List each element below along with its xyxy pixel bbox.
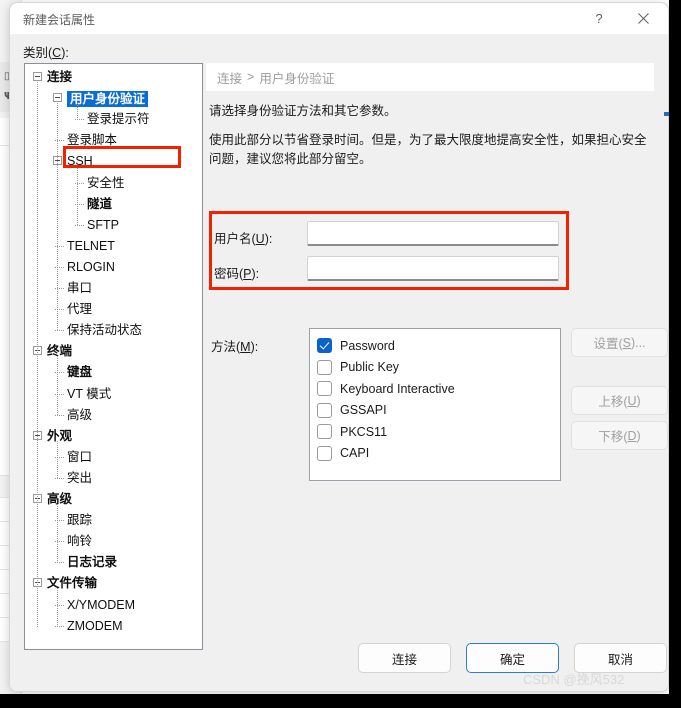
tree-rail-line bbox=[57, 356, 58, 416]
checkbox-unchecked-icon[interactable] bbox=[317, 445, 332, 461]
methods-list[interactable]: Password Public Key Keyboard Interactive GS… bbox=[309, 328, 561, 481]
close-button[interactable] bbox=[622, 3, 664, 34]
tree-item[interactable]: 日志记录 bbox=[67, 555, 117, 569]
tree-item[interactable]: 窗口 bbox=[67, 450, 92, 464]
method-label: Public Key bbox=[340, 360, 400, 374]
tree-rail-line bbox=[77, 166, 78, 226]
method-item[interactable]: Public Key bbox=[317, 358, 399, 377]
connect-button[interactable]: 连接 bbox=[358, 643, 451, 673]
tree-rail-line bbox=[57, 588, 58, 627]
tree-item[interactable]: 响铃 bbox=[67, 534, 92, 548]
screenshot-root: ◫ Ψ 新建会话属性 ? 类别(C): bbox=[0, 0, 681, 708]
methods-label: 方法(M): bbox=[211, 340, 259, 354]
tree-item[interactable]: 连接 bbox=[47, 70, 72, 84]
screen-edge-accent bbox=[664, 112, 669, 116]
tree-item[interactable]: 键盘 bbox=[67, 365, 92, 379]
method-item[interactable]: GSSAPI bbox=[317, 401, 387, 420]
close-icon bbox=[637, 13, 649, 24]
tree-item[interactable]: 登录脚本 bbox=[67, 133, 117, 147]
tree-rail-line bbox=[57, 440, 58, 479]
tree-item[interactable]: 高级 bbox=[47, 492, 72, 506]
breadcrumb-current: 用户身份验证 bbox=[259, 71, 335, 86]
category-label: 类别(C): bbox=[23, 46, 69, 60]
tree-item[interactable]: 安全性 bbox=[87, 176, 125, 190]
cancel-button[interactable]: 取消 bbox=[574, 643, 667, 673]
tree-expander-collapse-icon[interactable] bbox=[53, 93, 62, 103]
breadcrumb: 连接 > 用户身份验证 bbox=[206, 63, 654, 91]
tree-item[interactable]: 跟踪 bbox=[67, 513, 92, 527]
checkbox-unchecked-icon[interactable] bbox=[317, 424, 332, 439]
username-input[interactable] bbox=[307, 221, 559, 246]
tree-item[interactable]: SFTP bbox=[87, 218, 119, 232]
tree-item[interactable]: 文件传输 bbox=[47, 576, 97, 590]
method-item[interactable]: CAPI bbox=[317, 444, 369, 463]
tree-item[interactable]: ZMODEM bbox=[67, 619, 123, 633]
method-label: GSSAPI bbox=[340, 403, 387, 417]
tree-item[interactable]: 高级 bbox=[67, 408, 92, 422]
tree-item[interactable]: SSH bbox=[67, 154, 93, 168]
password-input[interactable] bbox=[307, 256, 559, 281]
description-line-2: 使用此部分以节省登录时间。但是，为了最大限度地提高安全性，如果担心安全问题，建议… bbox=[209, 133, 647, 166]
tree-item[interactable]: 隧道 bbox=[87, 197, 112, 211]
tree-expander-collapse-icon[interactable] bbox=[33, 72, 42, 81]
tree-item[interactable]: VT 模式 bbox=[67, 387, 111, 401]
new-session-properties-dialog: 新建会话属性 ? 类别(C): 连接 用户身份验证 登录提示符 登录脚本 SSH 安全性隧… bbox=[9, 2, 669, 692]
method-label: Password bbox=[340, 338, 395, 353]
dialog-body: 类别(C): 连接 用户身份验证 登录提示符 登录脚本 SSH 安全性 隧道 SFTP TELN… bbox=[10, 34, 668, 691]
tree-item[interactable]: X/YMODEM bbox=[67, 598, 135, 612]
breadcrumb-separator: > bbox=[247, 70, 255, 84]
method-item[interactable]: PKCS11 bbox=[317, 422, 387, 441]
tree-item[interactable]: 代理 bbox=[67, 302, 92, 316]
move-down-button[interactable]: 下移(D) bbox=[571, 421, 668, 450]
category-tree[interactable]: 连接用户身份验证登录提示符登录脚本 SSH 安全性隧道 SFTP TELNET RLOGI… bbox=[24, 63, 203, 650]
breadcrumb-parent: 连接 bbox=[217, 71, 243, 86]
tree-item[interactable]: 突出 bbox=[67, 471, 92, 485]
tree-item[interactable]: RLOGIN bbox=[67, 260, 115, 274]
method-item[interactable]: Keyboard Interactive bbox=[317, 379, 455, 398]
username-label: 用户名(U): bbox=[214, 232, 273, 246]
password-label: 密码(P): bbox=[214, 267, 260, 281]
settings-button[interactable]: 设置(S)... bbox=[571, 328, 668, 357]
title-bar: 新建会话属性 ? bbox=[10, 3, 668, 34]
description-line-1: 请选择身份验证方法和其它参数。 bbox=[209, 104, 397, 118]
tree-rail-line bbox=[77, 103, 78, 121]
checkbox-unchecked-icon[interactable] bbox=[317, 402, 332, 418]
screen-edge-bottom bbox=[0, 694, 681, 708]
tree-item[interactable]: 串口 bbox=[67, 281, 92, 295]
checkbox-unchecked-icon[interactable] bbox=[317, 359, 332, 375]
screen-edge-right bbox=[669, 0, 681, 708]
tree-item[interactable]: 登录提示符 bbox=[87, 112, 150, 126]
tree-rail-line bbox=[37, 82, 38, 627]
method-label: PKCS11 bbox=[340, 424, 388, 439]
category-tree-inner: 连接用户身份验证登录提示符登录脚本 SSH 安全性隧道 SFTP TELNET RLOGI… bbox=[25, 64, 202, 649]
method-label: CAPI bbox=[340, 446, 370, 460]
question-mark-icon: ? bbox=[595, 11, 603, 26]
checkbox-checked-icon[interactable] bbox=[317, 338, 332, 353]
tree-rail-line bbox=[57, 103, 58, 332]
tree-item[interactable]: TELNET bbox=[67, 239, 115, 253]
window-title: 新建会话属性 bbox=[23, 13, 96, 27]
move-up-button[interactable]: 上移(U) bbox=[571, 386, 668, 415]
method-label: Keyboard Interactive bbox=[340, 381, 455, 396]
ok-button[interactable]: 确定 bbox=[466, 643, 559, 673]
method-item[interactable]: Password bbox=[317, 336, 395, 355]
tree-item[interactable]: 终端 bbox=[47, 344, 72, 358]
tree-rail-line bbox=[57, 504, 58, 564]
tree-item[interactable]: 保持活动状态 bbox=[67, 323, 142, 337]
tree-item-selected[interactable]: 用户身份验证 bbox=[67, 91, 149, 108]
tree-item[interactable]: 外观 bbox=[47, 429, 72, 443]
credentials-group: 用户名(U): 密码(P): bbox=[211, 213, 571, 292]
help-button[interactable]: ? bbox=[578, 3, 620, 34]
checkbox-unchecked-icon[interactable] bbox=[317, 381, 332, 396]
